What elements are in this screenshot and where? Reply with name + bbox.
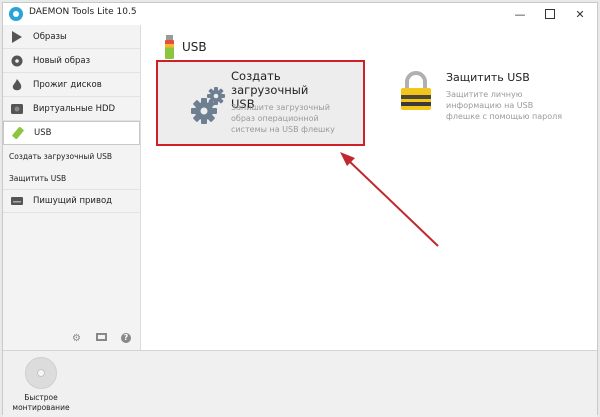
sidebar-item-usb[interactable]: USB — [3, 121, 140, 145]
help-icon[interactable]: ? — [121, 333, 131, 343]
sidebar-subitem-label: Защитить USB — [9, 173, 67, 183]
sidebar-item-virtual-hdd[interactable]: Виртуальные HDD — [3, 97, 140, 121]
maximize-icon — [545, 9, 555, 19]
protect-usb-title: Защитить USB — [446, 71, 530, 84]
play-icon — [11, 30, 23, 43]
sidebar-item-burn[interactable]: Прожиг дисков — [3, 73, 140, 97]
disc-icon — [25, 357, 57, 389]
sidebar-item-label: USB — [34, 128, 52, 138]
sidebar-subitem-protect-usb[interactable]: Защитить USB — [3, 167, 140, 189]
usb-stick-icon — [165, 35, 174, 59]
section-title: USB — [182, 40, 207, 54]
sidebar-subitem-label: Создать загрузочный USB — [9, 151, 112, 161]
sidebar-item-label: Пишущий привод — [33, 196, 113, 206]
screen-icon[interactable] — [96, 333, 107, 344]
window-title: DAEMON Tools Lite 10.5 — [29, 7, 137, 17]
sidebar-item-label: Виртуальные HDD — [33, 103, 116, 114]
sidebar-item-label: Новый образ — [33, 55, 91, 66]
protect-usb-description: Защитите личную информацию на USB флешке… — [446, 90, 563, 121]
close-button[interactable]: ✕ — [565, 3, 595, 25]
sidebar-subitem-create-bootable-usb[interactable]: Создать загрузочный USB — [3, 145, 140, 167]
highlight-frame — [156, 60, 365, 146]
gear-icon[interactable]: ⚙ — [71, 333, 82, 344]
sidebar-item-label: Прожиг дисков — [33, 79, 102, 90]
drive-icon — [11, 195, 23, 207]
maximize-button[interactable] — [535, 3, 565, 25]
hdd-icon — [11, 103, 23, 115]
quick-mount-label: Быстрое монтирование — [12, 393, 70, 412]
sidebar: Образы Новый образ Прожиг дисков Виртуал… — [3, 25, 141, 350]
sidebar-item-images[interactable]: Образы — [3, 25, 140, 49]
title-bar: DAEMON Tools Lite 10.5 — ✕ — [3, 3, 597, 25]
sidebar-tools: ⚙ ? — [71, 333, 131, 344]
main-content: USB Создать загрузочный USB Запишите заг… — [141, 25, 597, 350]
sidebar-item-burner-drive[interactable]: Пишущий привод — [3, 189, 140, 213]
minimize-button[interactable]: — — [505, 3, 535, 25]
bottom-bar: Быстрое монтирование — [3, 350, 597, 417]
quick-mount-button[interactable]: Быстрое монтирование — [11, 357, 71, 413]
lock-icon — [401, 71, 431, 110]
section-header: USB — [165, 35, 207, 59]
app-window: DAEMON Tools Lite 10.5 — ✕ Образы Новый … — [2, 2, 598, 417]
sidebar-item-new-image[interactable]: Новый образ — [3, 49, 140, 73]
daemon-tools-icon — [9, 7, 23, 21]
sidebar-item-label: Образы — [33, 31, 67, 42]
usb-icon — [12, 127, 24, 139]
flame-icon — [11, 78, 23, 91]
new-image-icon — [11, 55, 23, 67]
protect-usb-card[interactable]: Защитить USB Защитите личную информацию … — [386, 61, 566, 145]
